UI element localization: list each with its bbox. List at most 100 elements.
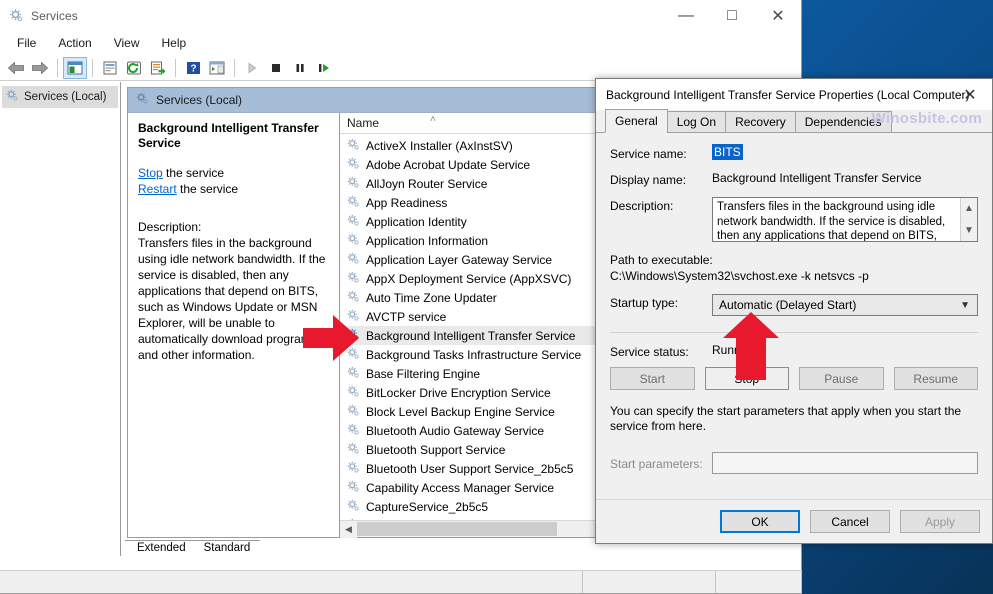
restart-service-link[interactable]: Restart <box>138 182 177 196</box>
column-header-name[interactable]: Name <box>340 116 379 130</box>
service-action-buttons: Start Stop Pause Resume <box>610 367 978 390</box>
service-name: CaptureService_2b5c5 <box>366 499 489 514</box>
service-gear-icon <box>347 176 360 192</box>
toolbar-separator <box>175 58 176 77</box>
minimize-button[interactable]: — <box>663 0 709 31</box>
service-gear-icon <box>347 290 360 306</box>
menu-item-action[interactable]: Action <box>47 33 102 53</box>
service-status-label: Service status: <box>610 345 689 359</box>
service-name: Capability Access Manager Service <box>366 480 555 495</box>
window-title: Services <box>31 8 78 23</box>
service-name: Application Identity <box>366 214 467 229</box>
service-gear-icon <box>347 423 360 439</box>
close-button[interactable]: ✕ <box>755 0 801 31</box>
back-icon[interactable] <box>4 57 28 79</box>
stop-service-link[interactable]: Stop <box>138 166 163 180</box>
menu-item-help[interactable]: Help <box>151 33 198 53</box>
service-name: ActiveX Installer (AxInstSV) <box>366 138 513 153</box>
menu-bar: File Action View Help <box>0 31 801 55</box>
service-name: Background Tasks Infrastructure Service <box>366 347 582 362</box>
service-name-row: Service name: BITS <box>610 144 978 161</box>
refresh-icon[interactable] <box>122 57 146 79</box>
tab-log-on[interactable]: Log On <box>666 111 727 133</box>
description-scrollbar[interactable]: ▲ ▼ <box>960 198 977 241</box>
stop-service-link-row: Stop the service <box>138 165 329 181</box>
services-gear-icon <box>9 8 24 23</box>
help-icon[interactable]: ? <box>181 57 205 79</box>
service-name: Block Level Backup Engine Service <box>366 404 555 419</box>
dialog-footer: OK Cancel Apply <box>596 499 992 543</box>
service-gear-icon <box>347 347 360 363</box>
service-name: Auto Time Zone Updater <box>366 290 497 305</box>
service-gear-icon <box>347 252 360 268</box>
export-list-icon[interactable] <box>146 57 170 79</box>
service-name: Background Intelligent Transfer Service <box>366 328 576 343</box>
tree-item-services-local[interactable]: Services (Local) <box>2 86 118 108</box>
properties-icon[interactable] <box>98 57 122 79</box>
show-hide-action-pane-icon[interactable] <box>205 57 229 79</box>
tab-general[interactable]: General <box>605 109 668 133</box>
display-name-label: Display name: <box>610 173 687 187</box>
service-gear-icon <box>347 461 360 477</box>
service-gear-icon <box>347 499 360 515</box>
menu-item-view[interactable]: View <box>103 33 151 53</box>
services-gear-icon <box>6 89 19 105</box>
service-name-value[interactable]: BITS <box>712 144 743 160</box>
pause-service-icon[interactable] <box>288 57 312 79</box>
service-status-value: Running <box>712 343 757 357</box>
service-gear-icon <box>347 404 360 420</box>
restart-service-icon[interactable] <box>312 57 336 79</box>
start-parameters-hint: You can specify the start parameters tha… <box>610 404 962 433</box>
menu-item-file[interactable]: File <box>6 33 47 53</box>
resume-button[interactable]: Resume <box>893 367 978 390</box>
forward-icon[interactable] <box>28 57 52 79</box>
service-name: AVCTP service <box>366 309 447 324</box>
cancel-button[interactable]: Cancel <box>810 510 890 533</box>
start-parameters-input[interactable] <box>712 452 978 474</box>
service-gear-icon <box>347 309 360 325</box>
detail-description-text: Transfers files in the background using … <box>138 236 326 362</box>
service-gear-icon <box>347 195 360 211</box>
path-value: C:\Windows\System32\svchost.exe -k netsv… <box>610 269 869 283</box>
dialog-tabstrip: General Log On Recovery Dependencies Win… <box>596 109 992 133</box>
restart-link-suffix: the service <box>176 182 239 196</box>
service-gear-icon <box>347 138 360 154</box>
scroll-up-icon[interactable]: ▲ <box>961 198 977 220</box>
description-textbox[interactable]: Transfers files in the background using … <box>712 197 978 242</box>
stop-service-icon[interactable] <box>264 57 288 79</box>
apply-button[interactable]: Apply <box>900 510 980 533</box>
toolbar-separator <box>234 58 235 77</box>
description-text[interactable]: Transfers files in the background using … <box>713 198 960 241</box>
status-pane-1 <box>0 571 583 593</box>
startup-type-dropdown[interactable]: Automatic (Delayed Start) ▼ <box>712 294 978 316</box>
tab-recovery[interactable]: Recovery <box>725 111 796 133</box>
tab-standard[interactable]: Standard <box>191 540 261 556</box>
dialog-close-button[interactable]: ✕ <box>948 79 992 110</box>
scroll-left-icon[interactable]: ◀ <box>340 520 357 538</box>
console-tree: Services (Local) <box>0 82 121 556</box>
window-titlebar: Services — □ ✕ <box>0 0 801 31</box>
stop-button[interactable]: Stop <box>704 367 789 390</box>
description-row: Description: Transfers files in the back… <box>610 197 978 242</box>
watermark-text: Winosbite.com <box>871 110 982 127</box>
pause-button[interactable]: Pause <box>799 367 884 390</box>
maximize-button[interactable]: □ <box>709 0 755 31</box>
show-hide-tree-icon[interactable] <box>63 56 87 79</box>
general-form: Service name: BITS Display name: Backgro… <box>596 133 992 474</box>
status-pane-2 <box>583 571 716 593</box>
service-gear-icon <box>347 385 360 401</box>
start-button[interactable]: Start <box>610 367 695 390</box>
scrollbar-thumb[interactable] <box>357 522 557 536</box>
scroll-down-icon[interactable]: ▼ <box>961 220 977 242</box>
display-name-row: Display name: Background Intelligent Tra… <box>610 171 978 187</box>
service-gear-icon <box>347 366 360 382</box>
start-service-icon[interactable] <box>240 57 264 79</box>
detail-description-block: Description: Transfers files in the back… <box>138 219 329 363</box>
sort-ascending-icon: ˄ <box>430 114 436 125</box>
ok-button[interactable]: OK <box>720 510 800 533</box>
service-gear-icon <box>347 442 360 458</box>
startup-type-label: Startup type: <box>610 296 679 310</box>
display-name-value[interactable]: Background Intelligent Transfer Service <box>712 171 978 185</box>
tab-extended[interactable]: Extended <box>125 540 196 556</box>
service-name: Application Layer Gateway Service <box>366 252 553 267</box>
